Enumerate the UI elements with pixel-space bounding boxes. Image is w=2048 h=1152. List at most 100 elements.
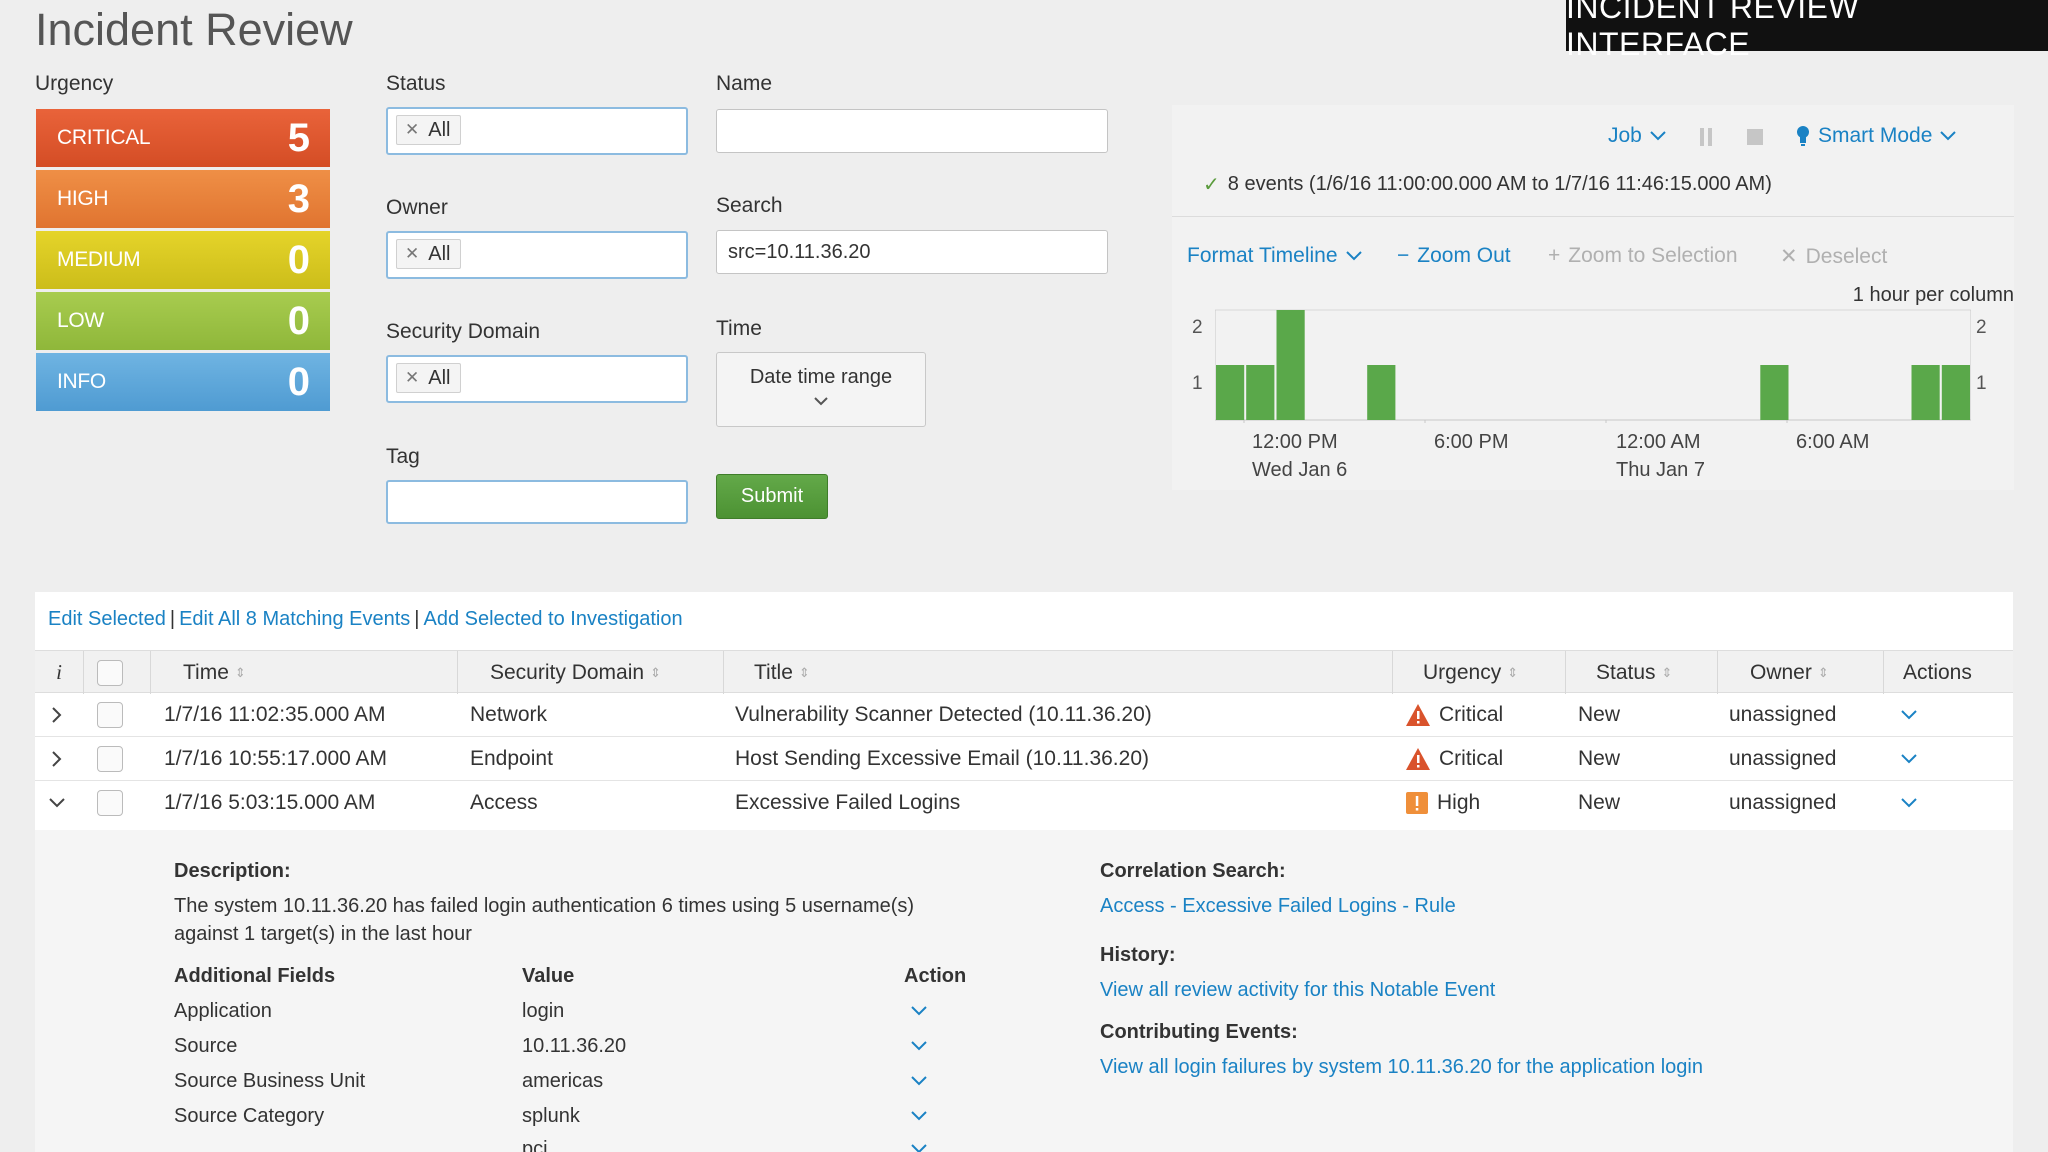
tag-input[interactable] xyxy=(386,480,688,524)
history-link[interactable]: View all review activity for this Notabl… xyxy=(1100,979,1495,1002)
urgency-tile-info[interactable]: INFO 0 xyxy=(36,353,330,411)
urgency-tile-medium[interactable]: MEDIUM 0 xyxy=(36,231,330,289)
row-checkbox-cell xyxy=(97,737,123,781)
row-actions-dropdown[interactable] xyxy=(1901,781,1917,825)
x-tick-label: 12:00 AM Thu Jan 7 xyxy=(1616,428,1705,484)
timeline-bar[interactable] xyxy=(1941,365,1970,420)
expand-row-toggle[interactable] xyxy=(52,693,62,737)
edit-all-link[interactable]: Edit All 8 Matching Events xyxy=(179,608,410,630)
row-title[interactable]: Excessive Failed Logins xyxy=(735,781,960,825)
name-input[interactable] xyxy=(716,109,1108,153)
urgency-tile-low[interactable]: LOW 0 xyxy=(36,292,330,350)
bulk-actions-bar: Edit Selected | Edit All 8 Matching Events… xyxy=(48,608,683,631)
column-header-time[interactable]: Time ⇕ xyxy=(183,651,246,694)
field-name: Source Category xyxy=(174,1105,325,1127)
chevron-down-icon[interactable] xyxy=(911,1111,927,1121)
row-checkbox-cell xyxy=(97,781,123,825)
remove-token-icon[interactable]: ✕ xyxy=(405,244,419,264)
deselect-button[interactable]: ✕ Deselect xyxy=(1780,244,1887,269)
pause-icon[interactable] xyxy=(1700,128,1714,146)
owner-token[interactable]: ✕ All xyxy=(396,239,462,269)
zoom-out-label: Zoom Out xyxy=(1417,244,1511,267)
timeline-bar[interactable] xyxy=(1911,365,1940,420)
urgency-tile-critical[interactable]: CRITICAL 5 xyxy=(36,109,330,167)
status-multiselect[interactable]: ✕ All xyxy=(386,107,688,155)
security-domain-multiselect[interactable]: ✕ All xyxy=(386,355,688,403)
job-menu-label: Job xyxy=(1608,124,1642,147)
column-header-owner[interactable]: Owner ⇕ xyxy=(1750,651,1829,694)
row-actions-dropdown[interactable] xyxy=(1901,737,1917,781)
column-header-actions: Actions xyxy=(1903,660,1972,684)
row-checkbox[interactable] xyxy=(97,702,123,728)
format-timeline-menu[interactable]: Format Timeline xyxy=(1187,244,1362,268)
field-name: Source Business Unit xyxy=(174,1070,366,1092)
timeline-bar[interactable] xyxy=(1216,365,1245,420)
owner-label: Owner xyxy=(386,196,448,219)
status-token[interactable]: ✕ All xyxy=(396,115,462,145)
security-domain-token[interactable]: ✕ All xyxy=(396,363,462,393)
row-urgency-label: High xyxy=(1437,791,1481,814)
chevron-down-icon[interactable] xyxy=(911,1076,927,1086)
owner-token-label: All xyxy=(428,242,451,265)
row-checkbox[interactable] xyxy=(97,746,123,772)
table-header: i Time ⇕ Security Domain ⇕ Title ⇕ Urgency ⇕… xyxy=(35,650,2013,694)
time-range-picker[interactable]: Date time range xyxy=(716,352,926,427)
x-tick-line1: 12:00 PM xyxy=(1252,431,1338,453)
contributing-events-label: Contributing Events: xyxy=(1100,1021,1298,1043)
smart-mode-menu[interactable]: Smart Mode xyxy=(1796,124,1957,148)
remove-token-icon[interactable]: ✕ xyxy=(405,120,419,140)
history-label: History: xyxy=(1100,944,1176,966)
submit-button[interactable]: Submit xyxy=(716,474,828,519)
job-menu[interactable]: Job xyxy=(1608,124,1666,148)
column-header-urgency[interactable]: Urgency ⇕ xyxy=(1423,651,1518,694)
edit-selected-link[interactable]: Edit Selected xyxy=(48,608,166,630)
contributing-events-link[interactable]: View all login failures by system 10.11.… xyxy=(1100,1056,1703,1079)
field-value: americas xyxy=(522,1070,604,1092)
row-title[interactable]: Vulnerability Scanner Detected (10.11.36… xyxy=(735,693,1152,737)
timeline-chart[interactable] xyxy=(1215,308,1971,423)
row-actions-dropdown[interactable] xyxy=(1901,693,1917,737)
expand-row-toggle[interactable] xyxy=(52,737,62,781)
row-title[interactable]: Host Sending Excessive Email (10.11.36.2… xyxy=(735,737,1149,781)
x-tick-label: 6:00 PM xyxy=(1434,428,1508,456)
checkmark-icon: ✓ xyxy=(1203,174,1220,196)
checkbox[interactable] xyxy=(97,659,123,686)
owner-multiselect[interactable]: ✕ All xyxy=(386,231,688,279)
row-checkbox[interactable] xyxy=(97,790,123,816)
select-all-checkbox[interactable] xyxy=(97,651,123,694)
timeline-bar[interactable] xyxy=(1276,310,1305,420)
exclamation-square-icon xyxy=(1406,792,1428,814)
zoom-out-button[interactable]: − Zoom Out xyxy=(1397,244,1511,268)
zoom-to-selection-button[interactable]: + Zoom to Selection xyxy=(1548,244,1738,268)
chevron-down-icon[interactable] xyxy=(911,1144,927,1152)
add-to-investigation-link[interactable]: Add Selected to Investigation xyxy=(424,608,683,630)
remove-token-icon[interactable]: ✕ xyxy=(405,368,419,388)
collapse-row-toggle[interactable] xyxy=(49,781,65,825)
table-row[interactable]: 1/7/16 11:02:35.000 AM Network Vulnerabi… xyxy=(35,693,2013,737)
search-input[interactable]: src=10.11.36.20 xyxy=(716,230,1108,274)
chevron-down-icon[interactable] xyxy=(911,1041,927,1051)
value-header: Value xyxy=(522,965,575,987)
field-name: Application xyxy=(174,1000,272,1022)
timeline-bar[interactable] xyxy=(1760,365,1789,420)
table-row[interactable]: 1/7/16 5:03:15.000 AM Access Excessive F… xyxy=(35,781,2013,825)
row-status: New xyxy=(1578,703,1621,726)
timeline-bar[interactable] xyxy=(1246,365,1275,420)
stop-icon[interactable] xyxy=(1747,129,1763,145)
urgency-tile-high[interactable]: HIGH 3 xyxy=(36,170,330,228)
row-security-domain: Access xyxy=(470,791,538,814)
row-security-domain: Network xyxy=(470,703,548,726)
column-header-security-domain[interactable]: Security Domain ⇕ xyxy=(490,651,661,694)
correlation-search-link[interactable]: Access - Excessive Failed Logins - Rule xyxy=(1100,895,1456,918)
x-tick-line1: 6:00 AM xyxy=(1796,431,1870,453)
column-header-status[interactable]: Status ⇕ xyxy=(1596,651,1672,694)
column-header-title[interactable]: Title ⇕ xyxy=(754,651,810,694)
chevron-down-icon[interactable] xyxy=(911,1006,927,1016)
x-tick-line2: Thu Jan 7 xyxy=(1616,459,1705,481)
field-value: login xyxy=(522,1000,565,1022)
column-header-label: Urgency xyxy=(1423,660,1502,684)
divider xyxy=(1172,216,2014,217)
table-row[interactable]: 1/7/16 10:55:17.000 AM Endpoint Host Sen… xyxy=(35,737,2013,781)
timeline-bar[interactable] xyxy=(1367,365,1396,420)
urgency-tile-name: MEDIUM xyxy=(57,248,141,271)
